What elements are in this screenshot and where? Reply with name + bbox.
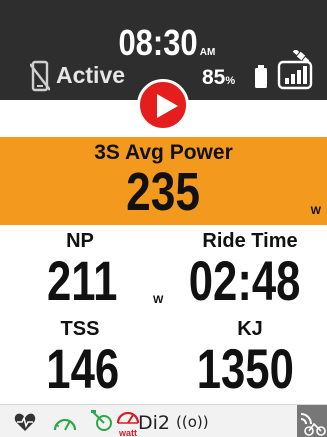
gps-signal-icon — [277, 50, 313, 90]
highlight-data-field[interactable]: 3S Avg Power 235 W — [0, 137, 327, 225]
field-number-np: 211 — [47, 249, 118, 312]
start-ride-button[interactable] — [137, 79, 189, 131]
battery-percentage: 85% — [202, 66, 235, 90]
ant-signal-icon: ((o)) — [176, 413, 209, 431]
battery-icon — [255, 65, 267, 88]
power-meter-label: watt — [119, 428, 137, 437]
clock-time: 08:30 — [118, 22, 198, 63]
field-number-tss: 146 — [46, 337, 119, 400]
bike-settings-button[interactable] — [297, 405, 327, 437]
field-value-ride-time: 02:48 — [160, 248, 327, 313]
battery-unit: % — [225, 75, 236, 87]
battery-value: 85 — [202, 66, 226, 89]
speed-sensor-icon — [53, 418, 77, 431]
field-value-tss: 146 — [0, 336, 165, 401]
cyclocomputer-screen: 08:30 AM Active 85% 3S Avg Power 235 W N… — [0, 0, 327, 437]
phone-disconnected-icon — [30, 60, 50, 92]
field-number-ride-time: 02:48 — [189, 249, 301, 312]
di2-icon: Di2 — [138, 412, 170, 434]
field-value-np: 211 — [0, 248, 165, 313]
field-number-kj: 1350 — [196, 337, 294, 400]
clock-ampm: AM — [199, 47, 216, 58]
cadence-sensor-icon — [91, 410, 112, 431]
play-icon — [157, 94, 178, 118]
highlight-field-value: 235 — [0, 161, 327, 223]
highlight-field-number: 235 — [126, 162, 201, 222]
bike-settings-icon — [300, 413, 326, 436]
heart-rate-icon — [14, 413, 36, 431]
field-value-kj: 1350 — [160, 336, 327, 401]
activity-status: Active — [56, 62, 126, 88]
sensor-status-bar: watt Di2 ((o)) — [0, 404, 327, 437]
power-gauge-icon — [116, 411, 140, 424]
power-meter-icon: watt — [116, 408, 140, 437]
highlight-field-unit: W — [310, 205, 321, 217]
